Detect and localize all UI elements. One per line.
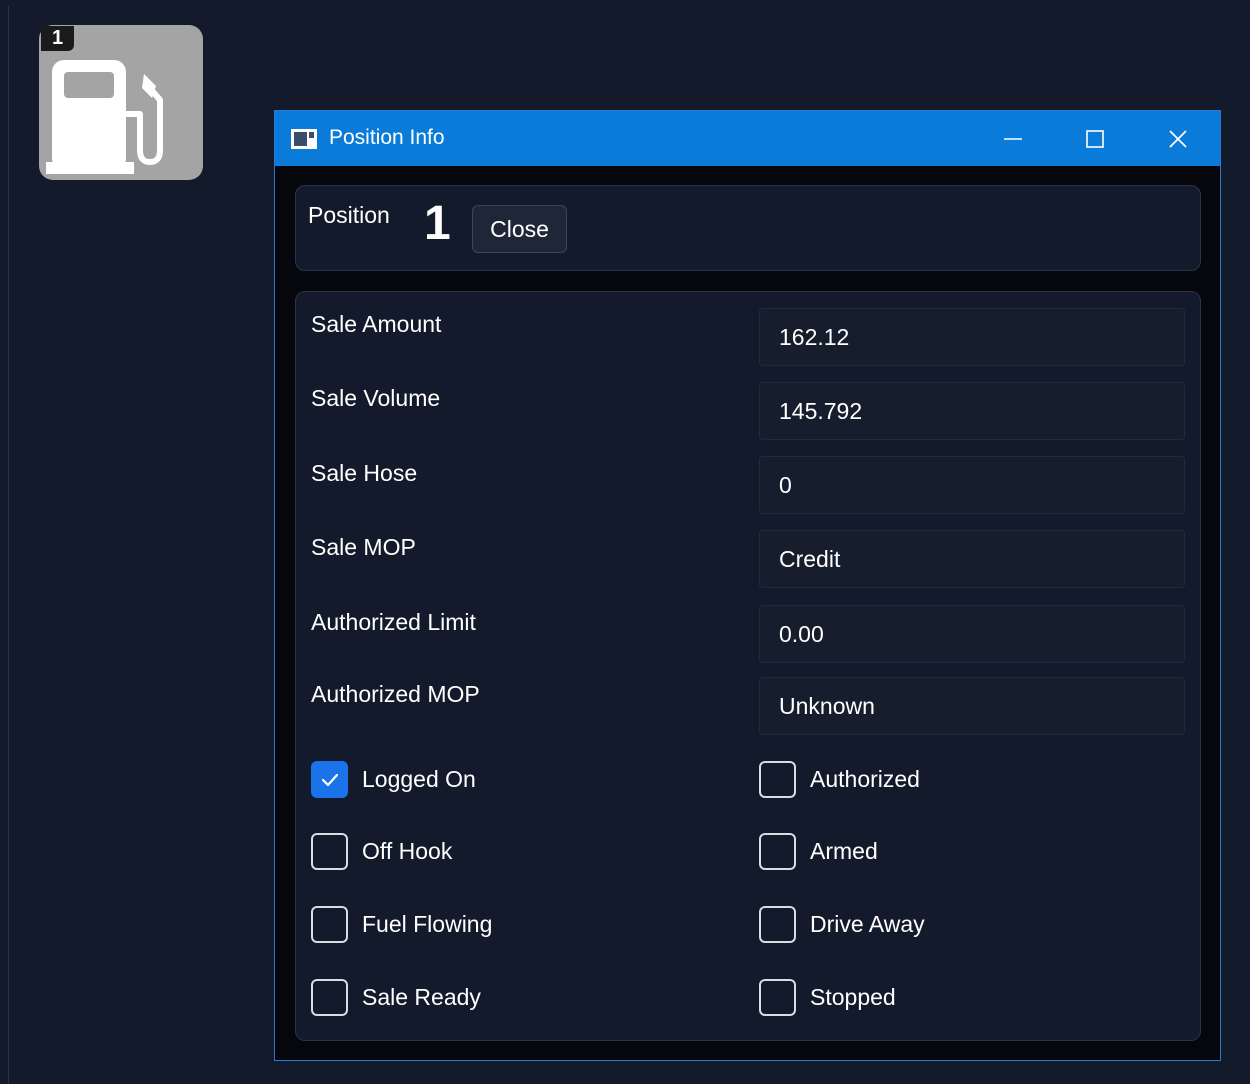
checkbox-label: Off Hook: [362, 838, 453, 864]
checkbox-box[interactable]: [311, 906, 348, 943]
checkbox-box[interactable]: [759, 906, 796, 943]
checkbox-sale-ready[interactable]: Sale Ready: [311, 979, 481, 1016]
maximize-button[interactable]: [1060, 111, 1130, 166]
checkbox-label: Logged On: [362, 766, 476, 792]
checkbox-box[interactable]: [759, 761, 796, 798]
sale-details-panel: Sale Amount 162.12 Sale Volume 145.792 S…: [295, 291, 1201, 1041]
minimize-button[interactable]: [978, 111, 1048, 166]
checkbox-off-hook[interactable]: Off Hook: [311, 833, 452, 870]
checkbox-drive-away[interactable]: Drive Away: [759, 906, 925, 943]
window-app-icon: [291, 129, 317, 149]
field-label-sale-amount: Sale Amount: [311, 311, 442, 337]
position-header-panel: Position 1 Close: [295, 185, 1201, 271]
field-label-sale-volume: Sale Volume: [311, 385, 441, 411]
checkbox-logged-on[interactable]: Logged On: [311, 761, 476, 798]
title-bar[interactable]: Position Info: [275, 111, 1220, 166]
close-icon: [1169, 129, 1187, 148]
close-window-button[interactable]: [1143, 111, 1213, 166]
window-title: Position Info: [329, 126, 445, 149]
minimize-icon: [1004, 137, 1022, 140]
checkbox-box[interactable]: [311, 761, 348, 798]
fuel-pump-icon: [46, 60, 163, 174]
maximize-icon: [1086, 129, 1104, 148]
authorized-mop-field[interactable]: Unknown: [759, 677, 1185, 735]
checkbox-label: Authorized: [810, 766, 920, 792]
pump-number-badge: 1: [41, 26, 74, 51]
checkbox-label: Fuel Flowing: [362, 911, 493, 937]
position-number: 1: [424, 197, 451, 250]
checkbox-box[interactable]: [759, 833, 796, 870]
checkbox-label: Drive Away: [810, 911, 925, 937]
checkbox-label: Stopped: [810, 984, 896, 1010]
position-label: Position: [308, 202, 390, 228]
sale-amount-field[interactable]: 162.12: [759, 308, 1185, 366]
field-label-authorized-mop: Authorized MOP: [311, 681, 480, 707]
checkbox-label: Sale Ready: [362, 984, 481, 1010]
close-button[interactable]: Close: [472, 205, 567, 253]
checkbox-box[interactable]: [311, 833, 348, 870]
authorized-limit-field[interactable]: 0.00: [759, 605, 1185, 663]
sale-mop-field[interactable]: Credit: [759, 530, 1185, 588]
checkbox-authorized[interactable]: Authorized: [759, 761, 920, 798]
checkbox-fuel-flowing[interactable]: Fuel Flowing: [311, 906, 492, 943]
checkbox-stopped[interactable]: Stopped: [759, 979, 896, 1016]
field-label-sale-hose: Sale Hose: [311, 460, 418, 486]
field-label-sale-mop: Sale MOP: [311, 534, 416, 560]
sale-volume-field[interactable]: 145.792: [759, 382, 1185, 440]
checkbox-box[interactable]: [311, 979, 348, 1016]
checkmark-icon: [321, 773, 338, 786]
checkbox-label: Armed: [810, 838, 878, 864]
checkbox-box[interactable]: [759, 979, 796, 1016]
position-info-window: Position Info Position 1 Close Sale Amou…: [274, 110, 1221, 1061]
field-label-authorized-limit: Authorized Limit: [311, 609, 476, 635]
checkbox-armed[interactable]: Armed: [759, 833, 878, 870]
sale-hose-field[interactable]: 0: [759, 456, 1185, 514]
